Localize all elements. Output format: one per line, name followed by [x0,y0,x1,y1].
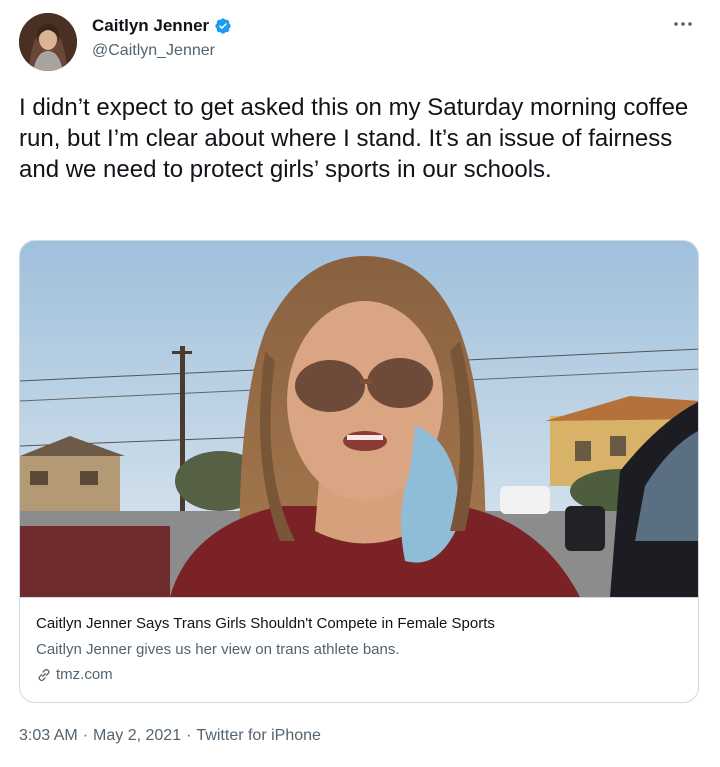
card-description: Caitlyn Jenner gives us her view on tran… [36,641,400,658]
tweet-time[interactable]: 3:03 AM [19,727,78,745]
card-title[interactable]: Caitlyn Jenner Says Trans Girls Shouldn'… [36,615,495,632]
tweet-text: I didn’t expect to get asked this on my … [19,94,689,183]
meta-separator: · [186,727,192,744]
handle[interactable]: @Caitlyn_Jenner [92,42,215,60]
tweet-meta: 3:03 AM · May 2, 2021 · Twitter for iPho… [19,727,321,745]
card-image[interactable] [20,241,698,598]
display-name[interactable]: Caitlyn Jenner [92,16,209,36]
tweet-source[interactable]: Twitter for iPhone [196,727,321,745]
more-dots-icon[interactable] [672,16,694,32]
tweet: Caitlyn Jenner @Caitlyn_Jenner I didn’t … [0,0,720,767]
verified-badge-icon [214,17,232,35]
tweet-date[interactable]: May 2, 2021 [93,727,181,745]
meta-separator: · [82,727,89,744]
card-domain[interactable]: tmz.com [36,666,113,683]
link-icon [36,667,52,683]
card-domain-label: tmz.com [56,666,113,683]
link-card[interactable]: Caitlyn Jenner Says Trans Girls Shouldn'… [19,240,699,703]
avatar[interactable] [19,13,77,71]
name-row: Caitlyn Jenner [92,16,232,36]
